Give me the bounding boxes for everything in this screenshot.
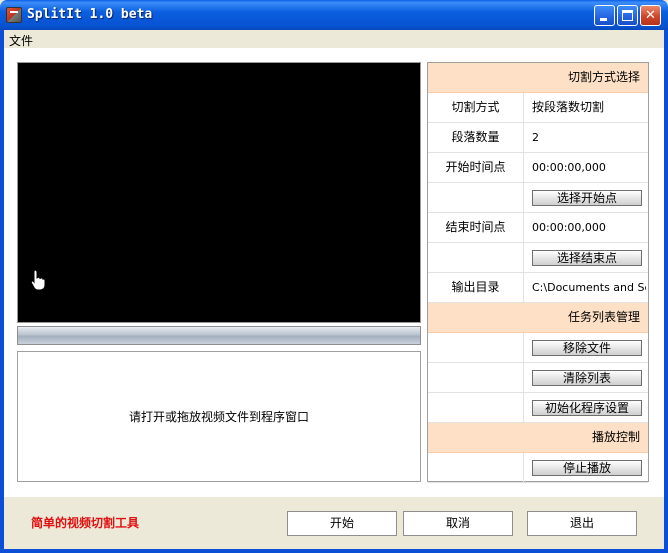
menu-file[interactable]: 文件 — [9, 32, 33, 49]
row-output-dir: 输出目录 C:\Documents and Sett — [428, 273, 648, 303]
section-title: 播放控制 — [591, 430, 640, 444]
row-stop-playback: 停止播放 — [428, 453, 648, 483]
row-choose-start: 选择开始点 — [428, 183, 648, 213]
tagline: 简单的视频切割工具 — [31, 516, 140, 530]
segment-count-label: 段落数量 — [428, 123, 524, 152]
start-time-value[interactable]: 00:00:00,000 — [532, 153, 646, 182]
app-icon[interactable] — [6, 7, 22, 23]
maximize-icon — [622, 10, 633, 21]
video-preview[interactable] — [17, 62, 421, 323]
empty-label — [428, 393, 524, 422]
row-split-mode: 切割方式 按段落数切割 — [428, 93, 648, 123]
row-clear-list: 清除列表 — [428, 363, 648, 393]
quit-button[interactable]: 退出 — [527, 511, 637, 536]
hand-pointer-icon — [30, 269, 46, 291]
maximize-button[interactable] — [617, 5, 638, 26]
section-title: 任务列表管理 — [567, 310, 640, 324]
remove-file-button[interactable]: 移除文件 — [532, 340, 642, 356]
section-playback: 播放控制 — [428, 423, 648, 453]
cancel-button[interactable]: 取消 — [403, 511, 513, 536]
clear-list-button[interactable]: 清除列表 — [532, 370, 642, 386]
minimize-button[interactable] — [594, 5, 615, 26]
minimize-icon — [600, 18, 607, 21]
seek-bar[interactable] — [17, 326, 421, 345]
row-start-time: 开始时间点 00:00:00,000 — [428, 153, 648, 183]
start-button[interactable]: 开始 — [287, 511, 397, 536]
end-time-value[interactable]: 00:00:00,000 — [532, 213, 646, 242]
menu-bar: 文件 — [4, 30, 664, 48]
window-title: SplitIt 1.0 beta — [27, 7, 153, 22]
output-dir-label: 输出目录 — [428, 273, 524, 302]
title-bar[interactable]: SplitIt 1.0 beta ✕ — [0, 0, 668, 30]
drop-area[interactable]: 请打开或拖放视频文件到程序窗口 — [17, 351, 421, 482]
end-time-label: 结束时间点 — [428, 213, 524, 242]
row-init-settings: 初始化程序设置 — [428, 393, 648, 423]
empty-label — [428, 333, 524, 362]
init-settings-button[interactable]: 初始化程序设置 — [532, 400, 642, 416]
empty-label — [428, 243, 524, 272]
section-title: 切割方式选择 — [567, 70, 640, 84]
settings-panel: 切割方式选择 切割方式 按段落数切割 段落数量 2 开始时间点 00:00:00… — [427, 62, 649, 483]
empty-label — [428, 183, 524, 212]
row-segment-count: 段落数量 2 — [428, 123, 648, 153]
empty-label — [428, 363, 524, 392]
choose-start-button[interactable]: 选择开始点 — [532, 190, 642, 206]
split-mode-value[interactable]: 按段落数切割 — [532, 93, 646, 122]
stop-playback-button[interactable]: 停止播放 — [532, 460, 642, 476]
output-dir-value[interactable]: C:\Documents and Sett — [532, 273, 646, 302]
window-frame-bottom — [0, 549, 668, 553]
drop-hint: 请打开或拖放视频文件到程序窗口 — [128, 410, 309, 424]
empty-label — [428, 453, 524, 482]
section-task-list: 任务列表管理 — [428, 303, 648, 333]
close-icon: ✕ — [645, 8, 656, 23]
window-frame-right — [664, 30, 668, 553]
split-mode-label: 切割方式 — [428, 93, 524, 122]
segment-count-value[interactable]: 2 — [532, 123, 646, 152]
section-split-mode: 切割方式选择 — [428, 63, 648, 93]
row-remove-file: 移除文件 — [428, 333, 648, 363]
row-end-time: 结束时间点 00:00:00,000 — [428, 213, 648, 243]
close-button[interactable]: ✕ — [640, 5, 661, 26]
choose-end-button[interactable]: 选择结束点 — [532, 250, 642, 266]
start-time-label: 开始时间点 — [428, 153, 524, 182]
row-choose-end: 选择结束点 — [428, 243, 648, 273]
